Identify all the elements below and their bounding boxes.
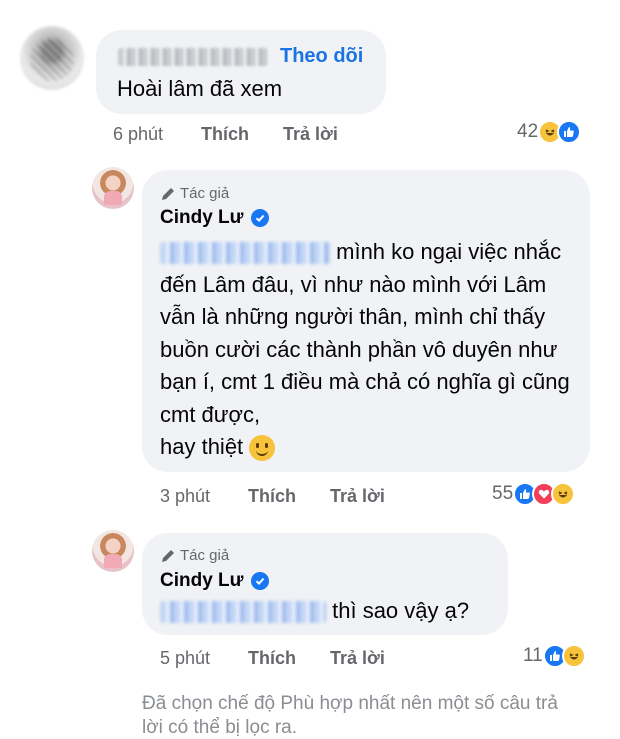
follow-button[interactable]: Theo dõi [280,45,363,68]
haha-emoji-icon [551,482,576,506]
author-tag-label: Tác giả [180,185,230,202]
author-avatar[interactable] [92,530,134,572]
reaction-count: 11 [523,645,543,666]
like-button[interactable]: Thích [248,486,296,507]
reaction-count: 55 [492,483,514,504]
blurred-mention[interactable] [160,242,330,265]
reply-text-line1: mình ko ngại việc [336,239,508,264]
verified-badge-icon [251,572,270,590]
comment-time[interactable]: 6 phút [113,124,163,145]
smile-emoji-icon [249,435,276,462]
like-button[interactable]: Thích [201,124,249,145]
author-name-text: Cindy Lư [160,570,244,591]
reply-text: thì sao vậy ạ? [160,598,469,624]
reply-time[interactable]: 5 phút [160,648,210,669]
author-avatar[interactable] [92,167,134,209]
commenter-avatar[interactable] [20,26,84,90]
reply-button[interactable]: Trả lời [330,648,385,669]
reply-text-last: hay thiệt [160,434,244,459]
filter-notice: Đã chọn chế độ Phù hợp nhất nên một số c… [142,693,558,738]
comment-text: Hoài lâm đã xem [117,76,283,101]
author-badge: Tác giả [160,547,229,564]
reply-time[interactable]: 3 phút [160,486,210,507]
like-emoji-icon [557,120,582,144]
cropped-text-fragment [92,0,106,4]
pencil-icon [162,549,174,562]
reply-button[interactable]: Trả lời [283,124,338,145]
reaction-count: 42 [517,121,539,142]
reply-text: mình ko ngại việc nhắc đến Lâm đâu, vì n… [160,236,580,464]
author-tag-label: Tác giả [180,547,230,564]
verified-badge-icon [251,209,270,227]
author-name[interactable]: Cindy Lư [160,570,270,592]
author-name[interactable]: Cindy Lư [160,207,270,229]
reply-text-content: thì sao vậy ạ? [332,598,470,623]
reply-text-rest: nhắc đến Lâm đâu, vì như nào mình với Lâ… [160,239,570,427]
reply-button[interactable]: Trả lời [330,486,385,507]
reaction-summary[interactable]: 42 [517,120,582,144]
haha-emoji-icon [561,644,586,668]
like-button[interactable]: Thích [248,648,296,669]
pencil-icon [162,187,174,200]
blurred-commenter-name[interactable] [118,48,268,66]
reaction-summary[interactable]: 55 [492,482,576,506]
reaction-summary[interactable]: 11 [523,644,586,668]
author-badge: Tác giả [160,185,229,202]
blurred-mention[interactable] [160,601,326,624]
author-name-text: Cindy Lư [160,207,244,228]
